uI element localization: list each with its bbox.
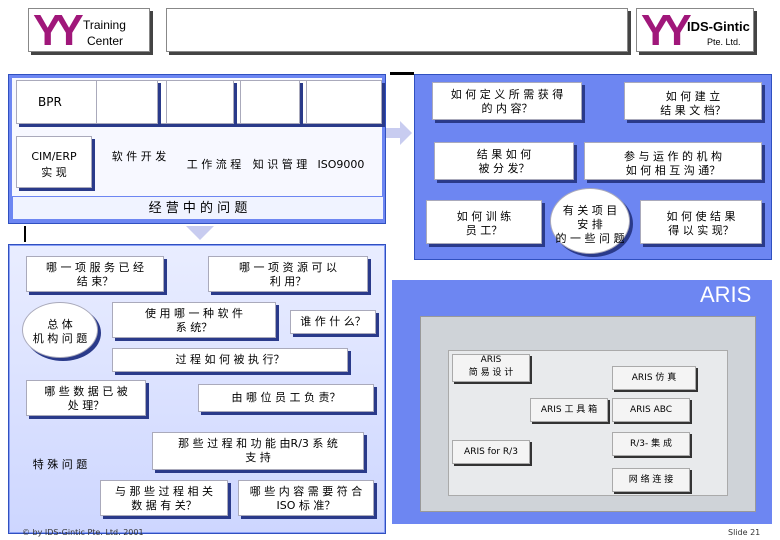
- company-name: IDS-Gintic: [687, 19, 750, 34]
- center-label: Center: [87, 34, 124, 48]
- q1-line1: 如 何 定 义 所 需 获 得: [450, 88, 564, 101]
- workflow-label: 工 作 流 程: [186, 158, 242, 171]
- service-line1: 哪 一 项 服 务 已 经: [46, 261, 144, 274]
- aris-network-box: 网 络 连 接: [612, 468, 690, 492]
- resource-line1: 哪 一 项 资 源 可 以: [239, 261, 337, 274]
- overall-line2: 机 构 问 题: [32, 332, 88, 345]
- iso-content-line2: ISO 标 准？: [276, 499, 336, 512]
- who-does-label: 谁 作 什 么？: [300, 315, 366, 328]
- overall-line1: 总 体: [47, 318, 73, 331]
- q2-line2: 结 果 文 档？: [660, 104, 726, 117]
- q6-line1: 有 关 项 目: [562, 204, 618, 217]
- title-box: [166, 8, 628, 52]
- training-label: Training: [83, 18, 126, 32]
- iso-content-line1: 哪 些 内 容 需 要 符 合: [249, 485, 363, 498]
- software-dev-label: 软 件 开 发: [111, 150, 167, 163]
- q6-line2: 安 排: [577, 218, 603, 231]
- company-yy-logo: YY: [641, 6, 692, 55]
- data-line1: 哪 些 数 据 已 被: [44, 385, 128, 398]
- aris-toolset-label: ARIS 工 具 箱: [540, 405, 598, 415]
- q5-line2: 员 工？: [465, 224, 503, 237]
- software-used-line2: 系 统？: [175, 321, 213, 334]
- aris-design-line2: 简 易 设 计: [468, 368, 514, 378]
- right-arrow-icon: [386, 128, 400, 138]
- q7-line2: 得 以 实 现？: [668, 224, 734, 237]
- bpr-cell-2: [96, 80, 158, 124]
- aris-r3-box: ARIS for R/3: [452, 440, 530, 464]
- company-logo-box: YY IDS-Gintic Pte. Ltd.: [636, 6, 754, 55]
- process-data-line2: 数 据 有 关？: [131, 499, 197, 512]
- bpr-cell-5: [306, 80, 382, 124]
- aris-r3-integration-label: R/3- 集 成: [630, 439, 672, 449]
- business-issue-label: 经 营 中 的 问 题: [148, 201, 248, 216]
- aris-r3-label: ARIS for R/3: [464, 447, 518, 457]
- aris-abc-box: ARIS ABC: [612, 398, 690, 422]
- header-divider: [390, 72, 414, 75]
- aris-design-line1: ARIS: [480, 355, 502, 365]
- aris-design-box: ARIS 简 易 设 计: [452, 354, 530, 382]
- q6-line3: 的 一 些 问 题: [555, 232, 625, 245]
- service-line2: 结 束？: [76, 275, 114, 288]
- software-used-line1: 使 用 哪 一 种 软 件: [145, 307, 243, 320]
- km-label: 知 识 管 理: [252, 158, 308, 171]
- q2-line1: 如 何 建 立: [665, 90, 721, 103]
- q4-line2: 如 何 相 互 沟 通？: [625, 164, 721, 177]
- iso-label: ISO9000: [317, 158, 365, 171]
- company-sub: Pte. Ltd.: [707, 37, 741, 47]
- yy-logo: YY: [33, 6, 84, 55]
- right-arrow-head-icon: [400, 121, 412, 145]
- down-arrow-icon: [186, 226, 214, 240]
- staff-label: 由 哪 位 员 工 负 责？: [231, 391, 341, 404]
- slide-number: Slide 21: [728, 528, 761, 537]
- aris-title: ARIS: [700, 282, 752, 307]
- r3-line1: 那 些 过 程 和 功 能 由R/3 系 统: [178, 437, 338, 450]
- q4-line1: 参 与 运 作 的 机 构: [624, 150, 722, 163]
- aris-simulation-label: ARIS 仿 真: [631, 373, 677, 383]
- q1-line2: 的 内 容？: [481, 102, 533, 115]
- copyright-text: © by IDS-Gintic Pte. Ltd. 2001: [22, 528, 144, 537]
- data-line2: 处 理？: [67, 399, 105, 412]
- bpr-cell-3: [166, 80, 234, 124]
- process-exec-label: 过 程 如 何 被 执 行？: [175, 353, 285, 366]
- cim-erp-label-1: CIM/ERP: [31, 150, 77, 163]
- left-edge-line: [24, 226, 26, 242]
- aris-toolset-box: ARIS 工 具 箱: [530, 398, 608, 422]
- cim-erp-label-2: 实 现: [41, 166, 67, 179]
- process-data-line1: 与 那 些 过 程 相 关: [115, 485, 213, 498]
- aris-r3-integration-box: R/3- 集 成: [612, 432, 690, 456]
- q3-line2: 被 分 发？: [478, 162, 530, 175]
- bpr-label: BPR: [38, 95, 62, 109]
- bpr-cell-4: [240, 80, 300, 124]
- resource-line2: 利 用？: [269, 275, 307, 288]
- q3-line1: 结 果 如 何: [476, 148, 532, 161]
- aris-simulation-box: ARIS 仿 真: [612, 366, 696, 390]
- aris-abc-label: ARIS ABC: [629, 405, 673, 415]
- q7-line1: 如 何 使 结 果: [666, 210, 736, 223]
- special-label: 特 殊 问 题: [32, 458, 88, 471]
- q5-line1: 如 何 训 练: [456, 210, 512, 223]
- r3-line2: 支 持: [245, 451, 271, 464]
- aris-network-label: 网 络 连 接: [628, 475, 674, 485]
- training-logo-box: YY Training Center: [28, 6, 150, 55]
